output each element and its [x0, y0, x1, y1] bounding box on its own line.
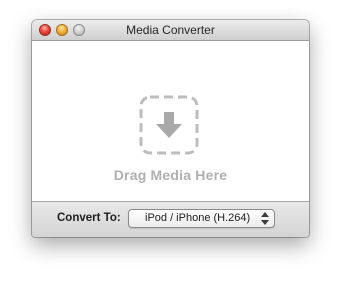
download-arrow-icon: [139, 95, 199, 155]
title-bar[interactable]: Media Converter: [32, 20, 309, 41]
convert-to-label: Convert To:: [57, 212, 121, 224]
app-window: Media Converter Drag Media Here Convert …: [32, 20, 309, 237]
window-title: Media Converter: [126, 23, 215, 37]
drop-zone[interactable]: Drag Media Here: [32, 41, 309, 202]
bottom-toolbar: Convert To: iPod / iPhone (H.264): [32, 202, 309, 237]
format-select[interactable]: iPod / iPhone (H.264): [128, 209, 275, 228]
drop-zone-label: Drag Media Here: [113, 167, 228, 183]
format-select-value: iPod / iPhone (H.264): [145, 212, 251, 224]
up-down-arrows-icon: [261, 212, 269, 225]
